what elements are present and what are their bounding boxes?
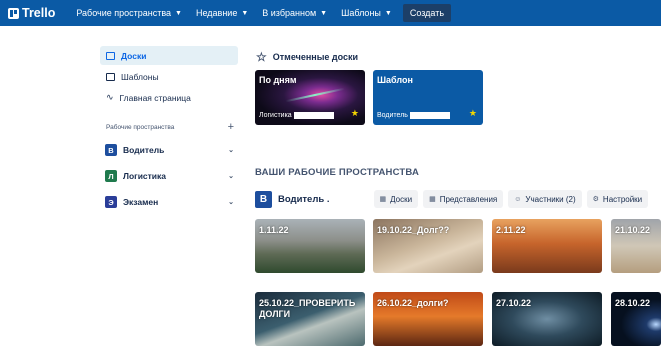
template-icon [106, 72, 115, 81]
workspace-name: Водитель . [278, 193, 330, 205]
board-workspace: Водитель [377, 112, 450, 119]
board-card[interactable]: 21.10.22 [611, 219, 661, 273]
sidebar-workspace-logistics[interactable]: Л Логистика ⌄ [100, 167, 238, 185]
board-card[interactable]: 25.10.22_ПРОВЕРИТЬ ДОЛГИ [255, 292, 365, 346]
starred-boards-title: Отмеченные доски [272, 52, 359, 62]
trello-logo-text: Trello [22, 6, 56, 20]
chevron-down-icon: ▼ [241, 9, 249, 17]
chevron-down-icon[interactable]: ⌄ [228, 172, 234, 180]
board-icon [106, 51, 115, 60]
chip-label: Представления [439, 194, 498, 204]
starred-board-tile[interactable]: Шаблон Водитель ★ [373, 70, 483, 125]
board-icon: ▦ [379, 196, 387, 203]
workspace-views-button[interactable]: ▦ Представления [423, 190, 504, 208]
nav-recent-menu[interactable]: Недавние ▼ [189, 0, 255, 26]
board-card-title: 19.10.22_Долг?? [377, 225, 450, 235]
board-card[interactable]: 27.10.22 [492, 292, 602, 346]
nav-workspaces-menu[interactable]: Рабочие пространства ▼ [69, 0, 189, 26]
your-workspaces-title: ВАШИ РАБОЧИЕ ПРОСТРАНСТВА [255, 167, 420, 178]
nav-templates-menu[interactable]: Шаблоны ▼ [334, 0, 399, 26]
chip-label: Доски [390, 194, 413, 204]
workspace-name: Экзамен [123, 197, 159, 207]
chevron-down-icon: ▼ [320, 9, 328, 17]
board-card[interactable]: 26.10.22_долги? [373, 292, 483, 346]
board-workspace-name: Логистика [259, 112, 292, 119]
board-title: По дням [259, 75, 297, 85]
chevron-down-icon: ▼ [384, 9, 392, 17]
starred-boards-header: ☆ Отмеченные доски [256, 50, 358, 64]
board-card-title: 1.11.22 [259, 225, 289, 235]
board-card[interactable]: 28.10.22 [611, 292, 661, 346]
add-workspace-plus-icon[interactable]: + [228, 121, 234, 133]
sidebar-item-label: Доски [121, 50, 147, 61]
board-card[interactable]: 2.11.22 [492, 219, 602, 273]
star-filled-icon[interactable]: ★ [351, 108, 359, 119]
top-navigation-bar: Trello Рабочие пространства ▼ Недавние ▼… [0, 0, 661, 26]
workspace-header-row: В Водитель . ▦ Доски ▦ Представления ☺ У… [255, 188, 661, 210]
workspaces-section-header: Рабочие пространства + [100, 121, 238, 133]
chip-label: Настройки [602, 194, 643, 204]
board-card-title: 28.10.22 [615, 298, 651, 308]
workspace-members-button[interactable]: ☺ Участники (2) [508, 190, 582, 208]
nav-starred-label: В избранном [262, 8, 317, 18]
nav-starred-menu[interactable]: В избранном ▼ [255, 0, 334, 26]
nav-recent-label: Недавние [195, 8, 238, 18]
sidebar-item-home[interactable]: ∿ Главная страница [100, 88, 238, 107]
redacted-block [409, 112, 450, 119]
workspace-badge: Э [105, 196, 117, 208]
gear-icon: ⚙ [592, 196, 599, 203]
star-outline-icon: ☆ [256, 50, 267, 64]
board-workspace-name: Водитель [377, 112, 408, 119]
workspace-settings-button[interactable]: ⚙ Настройки [586, 190, 649, 208]
board-card-title: 21.10.22 [615, 225, 651, 235]
sidebar-item-label: Шаблоны [121, 71, 159, 82]
board-card-title: 26.10.22_долги? [377, 298, 449, 308]
sidebar-item-boards[interactable]: Доски [100, 46, 238, 65]
sidebar-workspace-exam[interactable]: Э Экзамен ⌄ [100, 193, 238, 211]
workspace-badge: В [105, 144, 117, 156]
workspaces-section-title: Рабочие пространства [106, 123, 175, 131]
board-card-title: 2.11.22 [496, 225, 526, 235]
sidebar-item-templates[interactable]: Шаблоны [100, 67, 238, 86]
nav-workspaces-label: Рабочие пространства [76, 8, 172, 18]
trello-logo[interactable]: Trello [8, 6, 55, 20]
starred-board-tile[interactable]: По дням Логистика ★ [255, 70, 365, 125]
workspace-name: Логистика [123, 171, 167, 181]
redacted-block [293, 112, 334, 119]
person-icon: ☺ [514, 195, 522, 203]
chevron-down-icon: ▼ [175, 9, 182, 17]
star-filled-icon[interactable]: ★ [469, 108, 477, 119]
board-card-title: 25.10.22_ПРОВЕРИТЬ ДОЛГИ [259, 298, 356, 319]
sidebar-item-label: Главная страница [119, 92, 191, 103]
create-button[interactable]: Создать [402, 4, 452, 22]
chip-label: Участники (2) [525, 194, 576, 204]
workspace-boards-button[interactable]: ▦ Доски [373, 190, 419, 208]
board-title: Шаблон [377, 75, 413, 85]
chevron-down-icon[interactable]: ⌄ [228, 198, 234, 206]
board-workspace: Логистика [259, 112, 334, 119]
chevron-down-icon[interactable]: ⌄ [228, 146, 234, 154]
left-sidebar: Доски Шаблоны ∿ Главная страница Рабочие… [100, 46, 238, 219]
views-grid-icon: ▦ [429, 196, 436, 203]
nav-templates-label: Шаблоны [341, 8, 381, 18]
board-card[interactable]: 1.11.22 [255, 219, 365, 273]
workspace-badge: В [255, 190, 272, 208]
board-card-title: 27.10.22 [496, 298, 532, 308]
activity-icon: ∿ [106, 92, 114, 102]
workspace-name: Водитель [123, 145, 165, 155]
board-card[interactable]: 19.10.22_Долг?? [373, 219, 483, 273]
trello-logo-icon [8, 7, 19, 19]
sidebar-workspace-driver[interactable]: В Водитель ⌄ [100, 141, 238, 159]
workspace-badge: Л [105, 170, 117, 182]
